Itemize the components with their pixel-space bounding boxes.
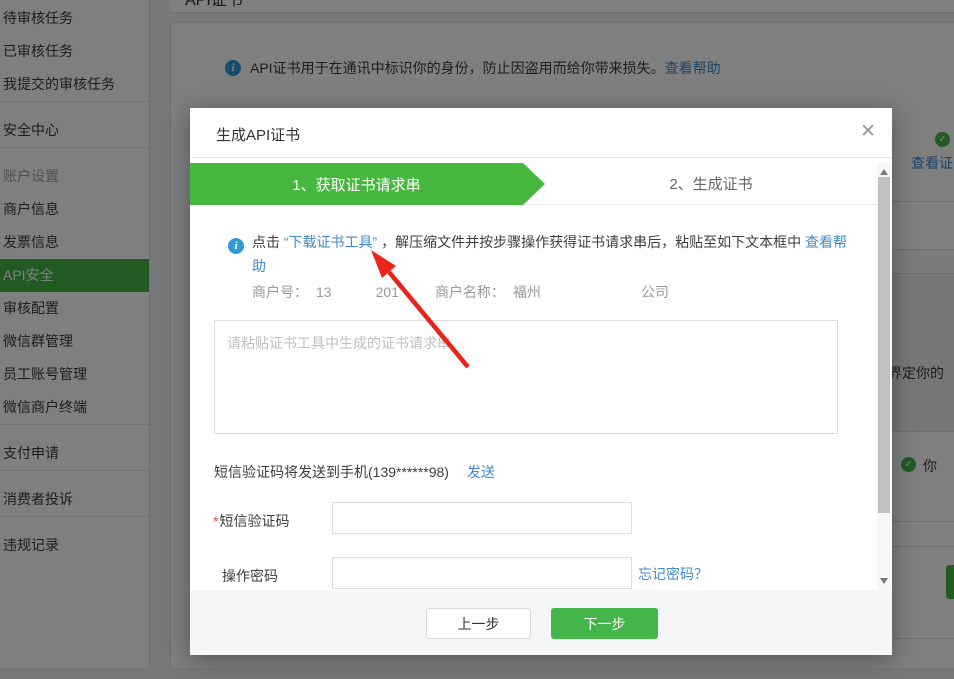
dialog-instructions: 点击 “下载证书工具” ，解压缩文件并按步骤操作获得证书请求串后，粘贴至如下文本… [252,230,852,278]
operation-password-input[interactable] [332,557,632,589]
screen: 待审核任务 已审核任务 我提交的审核任务 安全中心 账户设置 商户信息 发票信息… [0,0,954,679]
tab-step1-get-request-string[interactable]: 1、获取证书请求串 [190,163,523,205]
merchant-id-prefix: 13 [316,284,332,300]
sms-code-input[interactable] [332,502,632,534]
merchant-name-label: 商户名称： [435,282,505,302]
next-step-button[interactable]: 下一步 [551,608,658,639]
previous-step-button[interactable]: 上一步 [426,608,531,639]
required-mark: * [213,513,218,529]
instructions-middle: ，解压缩文件并按步骤操作获得证书请求串后，粘贴至如下文本框中 [377,234,805,250]
step-arrow-icon [523,163,545,205]
scroll-down-icon[interactable] [880,578,888,584]
merchant-id-suffix: 201 [376,284,399,300]
merchant-id-label: 商户号： [252,282,308,302]
merchant-info-row: 商户号： 13 201 商户名称： 福州 公司 [252,282,669,302]
dialog-header: 生成API证书 ✕ [190,108,892,158]
scrollbar-thumb[interactable] [878,177,890,513]
operation-password-label-text: 操作密码 [222,568,278,584]
generate-api-cert-dialog: 生成API证书 ✕ 1、获取证书请求串 2、生成证书 i 点击 “下载证书工具”… [190,108,892,655]
tab-step2-generate-cert[interactable]: 2、生成证书 [545,163,877,204]
sms-hint-row: 短信验证码将发送到手机(139******98) 发送 [214,462,495,482]
step-tabs: 1、获取证书请求串 2、生成证书 [190,163,877,205]
instructions-prefix: 点击 [252,234,284,250]
info-icon: i [228,238,244,254]
dialog-title: 生成API证书 [216,124,300,145]
merchant-name-suffix: 公司 [641,282,669,302]
modal-scrollbar[interactable] [877,163,891,590]
cert-request-string-textarea[interactable] [214,320,838,434]
send-sms-link[interactable]: 发送 [467,464,495,480]
sms-code-label-text: 短信验证码 [219,513,289,529]
close-icon[interactable]: ✕ [860,120,876,144]
sms-hint-text: 短信验证码将发送到手机(139******98) [214,464,449,480]
dialog-footer: 上一步 下一步 [190,590,892,655]
scroll-up-icon[interactable] [880,169,888,175]
operation-password-label: 操作密码 [222,566,278,586]
forgot-password-link[interactable]: 忘记密码？ [638,564,708,584]
sms-code-label: *短信验证码 [213,511,289,531]
download-cert-tool-link[interactable]: “下载证书工具” [284,234,377,250]
merchant-name-prefix: 福州 [513,282,541,302]
